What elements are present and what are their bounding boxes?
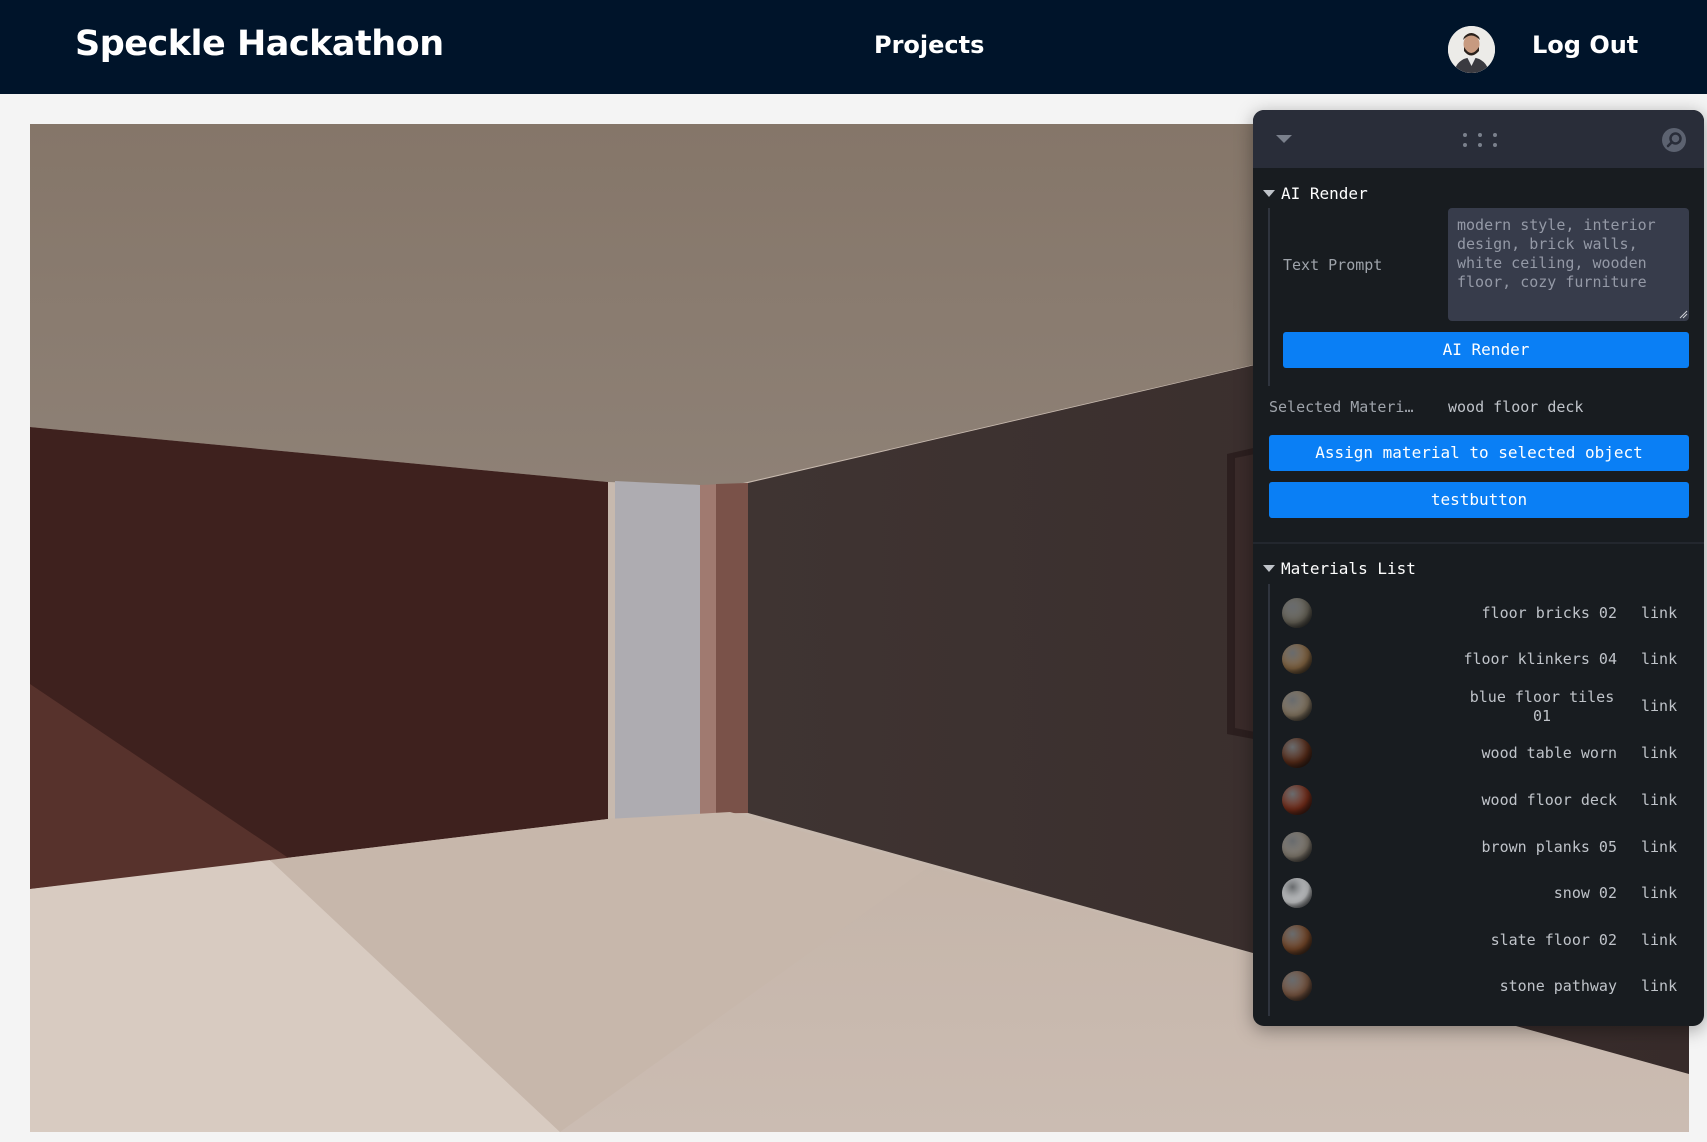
logout-button[interactable]: Log Out (1532, 31, 1638, 59)
material-name: floor klinkers 04 (1463, 650, 1617, 668)
selected-material-label: Selected Materi… (1269, 398, 1414, 416)
material-name: slate floor 02 (1490, 931, 1617, 949)
text-prompt-input[interactable]: modern style, interior design, brick wal… (1448, 208, 1689, 321)
avatar[interactable] (1448, 26, 1495, 73)
collapse-chevron-icon[interactable] (1275, 132, 1293, 146)
brand-title[interactable]: Speckle Hackathon (75, 24, 444, 64)
panel-header (1253, 110, 1704, 168)
material-row[interactable]: wood floor deck link (1253, 777, 1704, 823)
folder-caret-icon (1263, 190, 1275, 197)
material-link[interactable]: link (1641, 977, 1677, 995)
material-link[interactable]: link (1641, 697, 1677, 715)
material-row[interactable]: floor klinkers 04 link (1253, 636, 1704, 682)
material-name: wood floor deck (1481, 791, 1617, 809)
material-swatch-icon[interactable] (1282, 832, 1312, 862)
selected-material-value: wood floor deck (1448, 398, 1584, 416)
material-name: floor bricks 02 (1481, 604, 1617, 622)
nav-link-projects[interactable]: Projects (874, 31, 984, 59)
material-row[interactable]: snow 02 link (1253, 870, 1704, 916)
ai-render-button[interactable]: AI Render (1283, 332, 1689, 368)
test-button[interactable]: testbutton (1269, 482, 1689, 518)
text-prompt-label: Text Prompt (1283, 256, 1383, 274)
material-swatch-icon[interactable] (1282, 878, 1312, 908)
material-swatch-icon[interactable] (1282, 598, 1312, 628)
material-name: brown planks 05 (1481, 838, 1617, 856)
material-row[interactable]: stone pathway link (1253, 963, 1704, 1009)
material-link[interactable]: link (1641, 884, 1677, 902)
folder-materials-list[interactable]: Materials List (1263, 559, 1416, 578)
material-link[interactable]: link (1641, 791, 1677, 809)
material-swatch-icon[interactable] (1282, 738, 1312, 768)
material-link[interactable]: link (1641, 838, 1677, 856)
material-swatch-icon[interactable] (1282, 971, 1312, 1001)
material-name: stone pathway (1499, 977, 1617, 995)
material-name: wood table worn (1481, 744, 1617, 762)
material-link[interactable]: link (1641, 931, 1677, 949)
search-icon[interactable] (1661, 127, 1687, 153)
top-navbar: Speckle Hackathon Projects Log Out (0, 0, 1707, 94)
material-link[interactable]: link (1641, 650, 1677, 668)
material-name: blue floor tiles 01 (1469, 688, 1615, 725)
assign-material-button[interactable]: Assign material to selected object (1269, 435, 1689, 471)
folder-caret-icon (1263, 565, 1275, 572)
material-row[interactable]: brown planks 05 link (1253, 824, 1704, 870)
material-row[interactable]: wood table worn link (1253, 730, 1704, 776)
drag-handle-icon[interactable] (1462, 132, 1498, 148)
material-swatch-icon[interactable] (1282, 925, 1312, 955)
folder-indent-line (1268, 208, 1270, 386)
resize-handle-icon[interactable] (1679, 310, 1688, 319)
material-row[interactable]: slate floor 02 link (1253, 917, 1704, 963)
material-row[interactable]: floor bricks 02 link (1253, 590, 1704, 636)
material-swatch-icon[interactable] (1282, 644, 1312, 674)
material-name: snow 02 (1553, 884, 1617, 902)
material-link[interactable]: link (1641, 604, 1677, 622)
panel-divider (1253, 542, 1704, 544)
material-link[interactable]: link (1641, 744, 1677, 762)
control-panel: AI Render Text Prompt modern style, inte… (1253, 110, 1704, 1026)
material-swatch-icon[interactable] (1282, 691, 1312, 721)
material-row[interactable]: blue floor tiles 01 link (1253, 683, 1704, 729)
folder-title-ai-render: AI Render (1281, 184, 1368, 203)
folder-title-materials-list: Materials List (1281, 559, 1416, 578)
material-swatch-icon[interactable] (1282, 785, 1312, 815)
user-avatar-icon (1448, 26, 1495, 73)
folder-ai-render[interactable]: AI Render (1263, 184, 1368, 203)
